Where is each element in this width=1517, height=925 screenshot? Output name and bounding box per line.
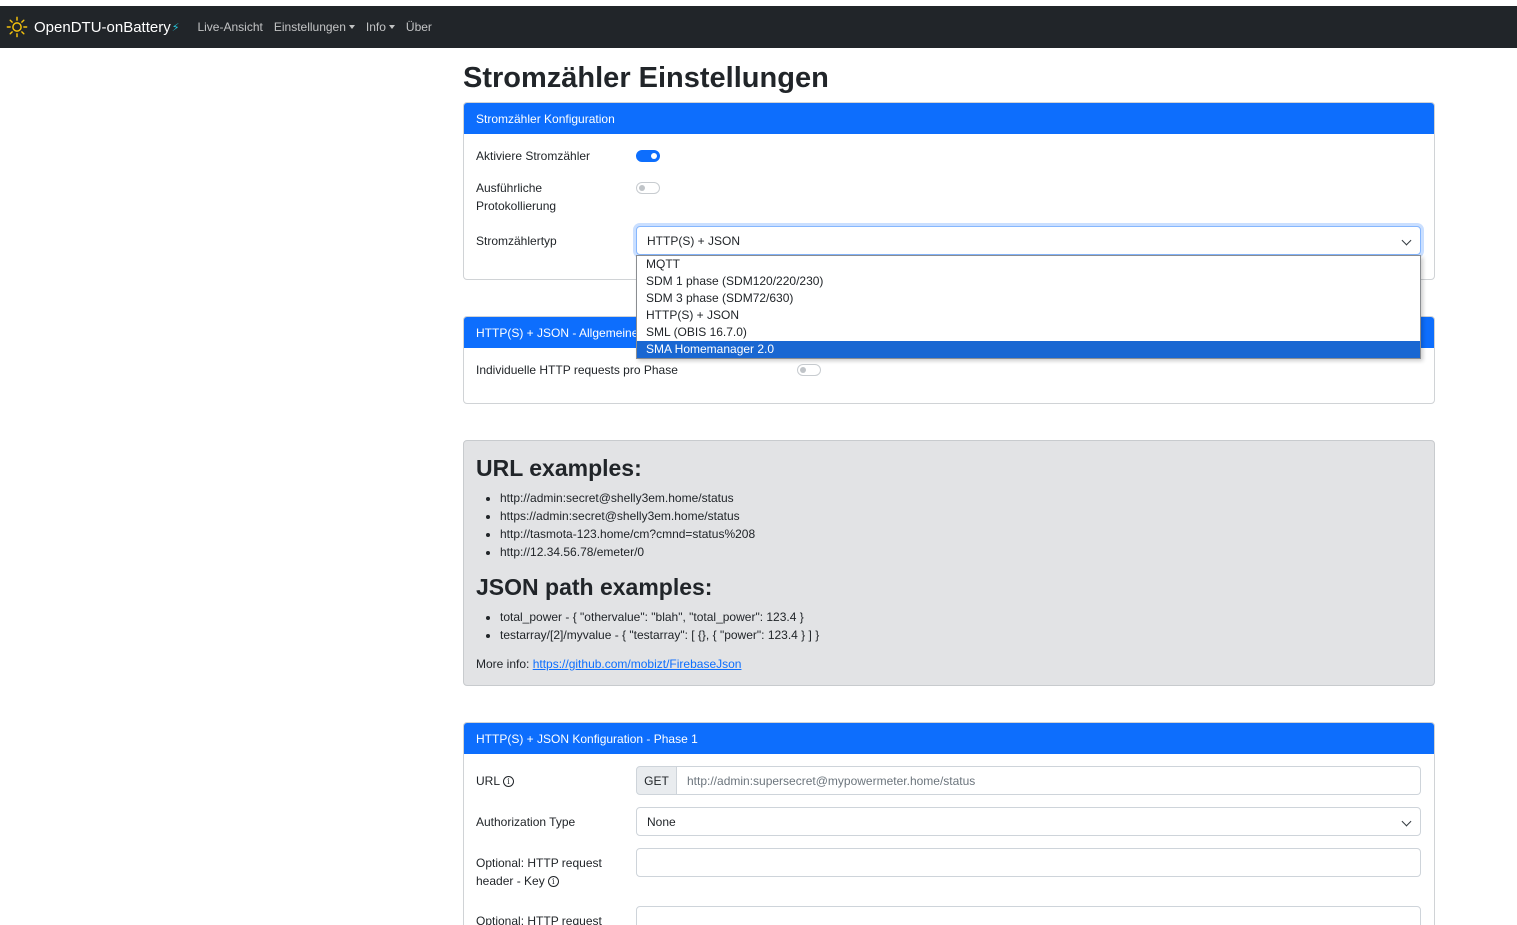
type-option-sdm1[interactable]: SDM 1 phase (SDM120/220/230) xyxy=(637,273,1420,290)
type-option-sma[interactable]: SMA Homemanager 2.0 xyxy=(637,341,1420,358)
header-value-label: Optional: HTTP request xyxy=(476,914,602,925)
sun-logo-icon xyxy=(6,16,28,38)
auth-type-value: None xyxy=(647,814,676,829)
url-label-text: URL xyxy=(476,774,501,788)
config-card: Stromzähler Konfiguration Aktiviere Stro… xyxy=(463,102,1435,280)
nav-live-ansicht[interactable]: Live-Ansicht xyxy=(197,20,262,34)
url-examples-list: http://admin:secret@shelly3em.home/statu… xyxy=(500,489,755,561)
enable-toggle[interactable] xyxy=(636,150,660,162)
json-examples-list: total_power - { "othervalue": "blah", "t… xyxy=(500,608,819,644)
battery-bolt-icon: ⚡ xyxy=(171,21,180,34)
http-method-addon: GET xyxy=(636,766,677,795)
individual-requests-toggle[interactable] xyxy=(797,364,821,376)
type-option-sml[interactable]: SML (OBIS 16.7.0) xyxy=(637,324,1420,341)
chevron-down-icon xyxy=(1401,816,1412,827)
list-item: https://admin:secret@shelly3em.home/stat… xyxy=(500,507,755,525)
url-examples-title: URL examples: xyxy=(476,455,642,481)
type-option-sdm3[interactable]: SDM 3 phase (SDM72/630) xyxy=(637,290,1420,307)
list-item: total_power - { "othervalue": "blah", "t… xyxy=(500,608,819,626)
info-icon[interactable]: i xyxy=(547,876,559,888)
examples-panel: URL examples: http://admin:secret@shelly… xyxy=(463,440,1435,686)
more-info: More info: https://github.com/mobizt/Fir… xyxy=(476,657,741,671)
auth-type-label: Authorization Type xyxy=(476,815,576,829)
nav-info-label: Info xyxy=(365,20,386,34)
verbose-toggle[interactable] xyxy=(636,182,660,194)
brand-link[interactable]: OpenDTU-onBattery ⚡ xyxy=(6,16,179,38)
type-option-http-json[interactable]: HTTP(S) + JSON xyxy=(637,307,1420,324)
type-option-mqtt[interactable]: MQTT xyxy=(637,256,1420,273)
json-examples-title: JSON path examples: xyxy=(476,574,713,600)
url-label: URL i xyxy=(476,772,515,790)
toggle-knob xyxy=(639,185,645,191)
phase1-card: HTTP(S) + JSON Konfiguration - Phase 1 U… xyxy=(463,722,1435,925)
nav-ueber-label: Über xyxy=(405,20,432,34)
more-info-label: More info: xyxy=(476,657,530,671)
toggle-knob xyxy=(800,367,806,373)
header-key-label: Optional: HTTP request header - Key i xyxy=(476,854,602,890)
chevron-down-icon xyxy=(1401,235,1412,246)
page-title: Stromzähler Einstellungen xyxy=(463,62,829,94)
nav-info[interactable]: Info xyxy=(366,20,395,34)
config-card-header: Stromzähler Konfiguration xyxy=(464,103,1434,134)
list-item: http://admin:secret@shelly3em.home/statu… xyxy=(500,489,755,507)
nav-ueber[interactable]: Über xyxy=(406,20,432,34)
nav-live-ansicht-label: Live-Ansicht xyxy=(197,20,263,34)
verbose-label-line2: Protokollierung xyxy=(476,199,557,213)
url-input[interactable]: http://admin:supersecret@mypowermeter.ho… xyxy=(677,766,1421,795)
url-input-group: GET http://admin:supersecret@mypowermete… xyxy=(636,766,1421,795)
verbose-label-line1: Ausführliche xyxy=(476,181,543,195)
nav-einstellungen[interactable]: Einstellungen xyxy=(274,20,355,34)
header-key-label-line2: header - Key xyxy=(476,874,545,888)
type-dropdown-list: MQTT SDM 1 phase (SDM120/220/230) SDM 3 … xyxy=(636,255,1421,359)
enable-label: Aktiviere Stromzähler xyxy=(476,149,591,163)
header-key-input[interactable] xyxy=(636,848,1421,877)
individual-requests-label: Individuelle HTTP requests pro Phase xyxy=(476,363,678,377)
header-value-input[interactable] xyxy=(636,906,1421,925)
list-item: http://12.34.56.78/emeter/0 xyxy=(500,543,755,561)
nav-einstellungen-label: Einstellungen xyxy=(273,20,346,34)
brand-text: OpenDTU-onBattery xyxy=(34,18,171,36)
navbar: OpenDTU-onBattery ⚡ Live-Ansicht Einstel… xyxy=(0,6,1517,48)
phase1-card-header: HTTP(S) + JSON Konfiguration - Phase 1 xyxy=(464,723,1434,754)
type-select-value: HTTP(S) + JSON xyxy=(647,233,741,248)
type-select[interactable]: HTTP(S) + JSON xyxy=(636,226,1421,255)
type-label: Stromzählertyp xyxy=(476,234,557,248)
toggle-knob xyxy=(651,153,657,159)
caret-down-icon xyxy=(348,25,355,29)
list-item: http://tasmota-123.home/cm?cmnd=status%2… xyxy=(500,525,755,543)
auth-type-select[interactable]: None xyxy=(636,807,1421,836)
more-info-link[interactable]: https://github.com/mobizt/FirebaseJson xyxy=(533,657,742,671)
header-key-label-line1: Optional: HTTP request xyxy=(476,856,602,870)
verbose-label: Ausführliche Protokollierung xyxy=(476,179,556,215)
caret-down-icon xyxy=(388,25,395,29)
info-icon[interactable]: i xyxy=(503,776,515,788)
list-item: testarray/[2]/myvalue - { "testarray": [… xyxy=(500,626,819,644)
